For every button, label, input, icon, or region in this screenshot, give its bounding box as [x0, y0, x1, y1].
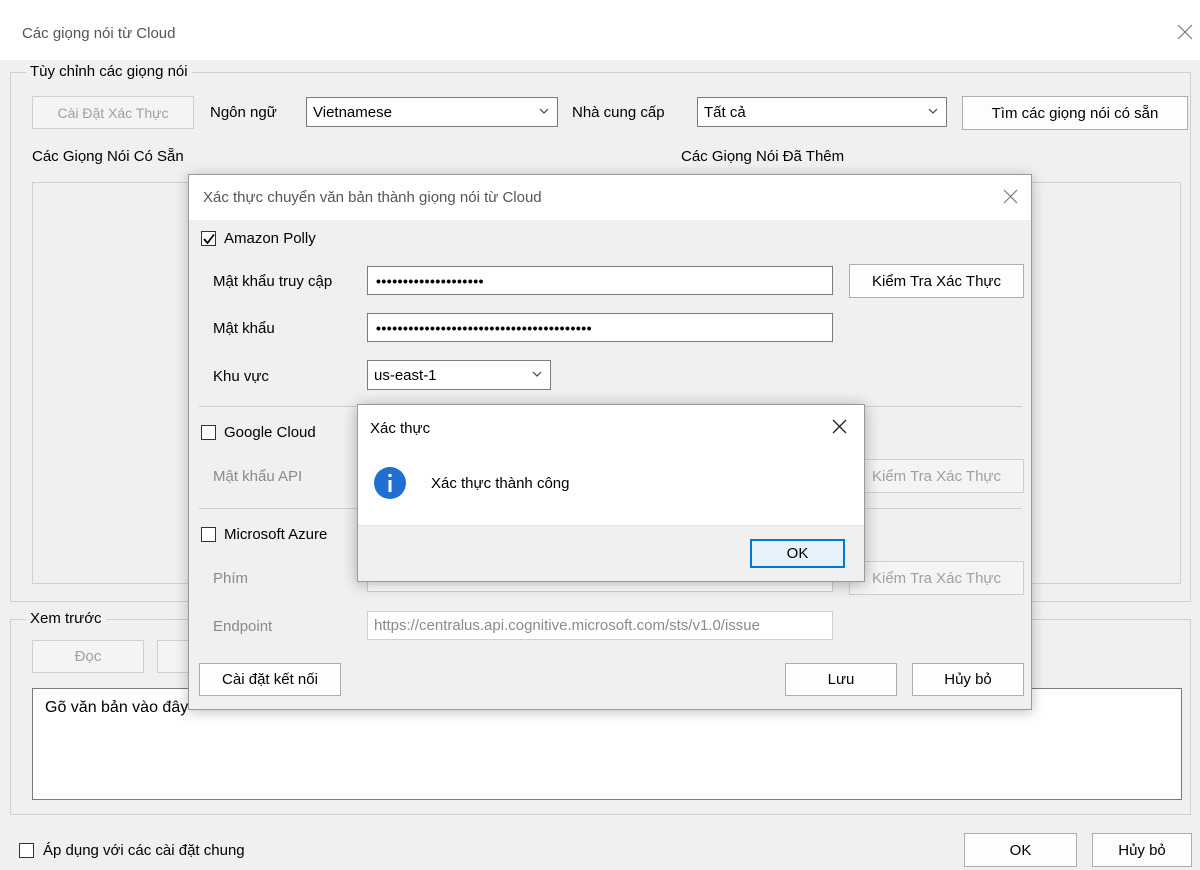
access-key-label: Mật khẩu truy cập	[213, 273, 333, 290]
customize-group-title: Tùy chỉnh các giọng nói	[26, 63, 192, 80]
google-checkbox[interactable]	[201, 425, 216, 440]
preview-group-title: Xem trước	[26, 610, 106, 627]
provider-select-value: Tất cả	[704, 103, 746, 121]
preview-text: Gõ văn bản vào đây	[45, 699, 189, 716]
amazon-checkbox[interactable]	[201, 231, 216, 246]
language-select-value: Vietnamese	[313, 103, 392, 121]
region-select[interactable]: us-east-1	[367, 360, 551, 390]
auth-title: Xác thực chuyển văn bản thành giọng nói …	[203, 189, 542, 206]
check-icon	[203, 233, 215, 245]
azure-key-label: Phím	[213, 570, 249, 587]
secret-key-label: Mật khẩu	[213, 320, 275, 337]
msgbox-ok-button[interactable]: OK	[750, 539, 845, 568]
secret-key-value: ••••••••••••••••••••••••••••••••••••••••	[376, 319, 593, 336]
find-voices-button[interactable]: Tìm các giọng nói có sẵn	[962, 96, 1188, 130]
added-voices-label: Các Giọng Nói Đã Thêm	[681, 148, 845, 165]
region-select-value: us-east-1	[374, 366, 437, 384]
azure-checkbox[interactable]	[201, 527, 216, 542]
available-voices-label: Các Giọng Nói Có Sẵn	[32, 148, 184, 165]
apply-global-checkbox[interactable]	[19, 843, 34, 858]
auth-close-icon[interactable]	[1003, 189, 1018, 204]
chevron-down-icon	[928, 108, 938, 114]
language-label: Ngôn ngữ	[210, 104, 277, 121]
google-label: Google Cloud	[224, 424, 316, 441]
message-box: Xác thực Xác thực thành công OK	[357, 404, 865, 582]
main-ok-button[interactable]: OK	[964, 833, 1077, 867]
google-verify-button[interactable]: Kiểm Tra Xác Thực	[849, 459, 1024, 493]
amazon-label: Amazon Polly	[224, 230, 316, 247]
auth-settings-button[interactable]: Cài Đặt Xác Thực	[32, 96, 194, 129]
endpoint-input[interactable]: https://centralus.api.cognitive.microsof…	[367, 611, 833, 640]
connection-settings-button[interactable]: Cài đặt kết nối	[199, 663, 341, 696]
msgbox-title: Xác thực	[370, 420, 431, 437]
msgbox-message: Xác thực thành công	[431, 475, 570, 492]
auth-save-button[interactable]: Lưu	[785, 663, 897, 696]
chevron-down-icon	[532, 371, 542, 377]
main-cancel-button[interactable]: Hủy bỏ	[1092, 833, 1192, 867]
secret-key-input[interactable]: ••••••••••••••••••••••••••••••••••••••••	[367, 313, 833, 342]
endpoint-label: Endpoint	[213, 618, 273, 635]
apply-global-label: Áp dụng với các cài đặt chung	[43, 842, 245, 859]
main-titlebar	[0, 0, 1200, 60]
azure-verify-button[interactable]: Kiểm Tra Xác Thực	[849, 561, 1024, 595]
azure-label: Microsoft Azure	[224, 526, 328, 543]
access-key-value: ••••••••••••••••••••	[376, 272, 485, 289]
auth-cancel-button[interactable]: Hủy bỏ	[912, 663, 1024, 696]
info-icon	[373, 466, 407, 500]
language-select[interactable]: Vietnamese	[306, 97, 558, 127]
access-key-input[interactable]: ••••••••••••••••••••	[367, 266, 833, 295]
amazon-verify-button[interactable]: Kiểm Tra Xác Thực	[849, 264, 1024, 298]
api-key-label: Mật khẩu API	[213, 468, 303, 485]
main-close-icon[interactable]	[1177, 24, 1193, 40]
region-label: Khu vực	[213, 368, 269, 385]
provider-label: Nhà cung cấp	[572, 104, 665, 121]
provider-select[interactable]: Tất cả	[697, 97, 947, 127]
msgbox-close-icon[interactable]	[832, 419, 847, 434]
endpoint-value: https://centralus.api.cognitive.microsof…	[374, 617, 760, 634]
chevron-down-icon	[539, 108, 549, 114]
read-button[interactable]: Đọc	[32, 640, 144, 673]
main-title: Các giọng nói từ Cloud	[22, 25, 176, 42]
